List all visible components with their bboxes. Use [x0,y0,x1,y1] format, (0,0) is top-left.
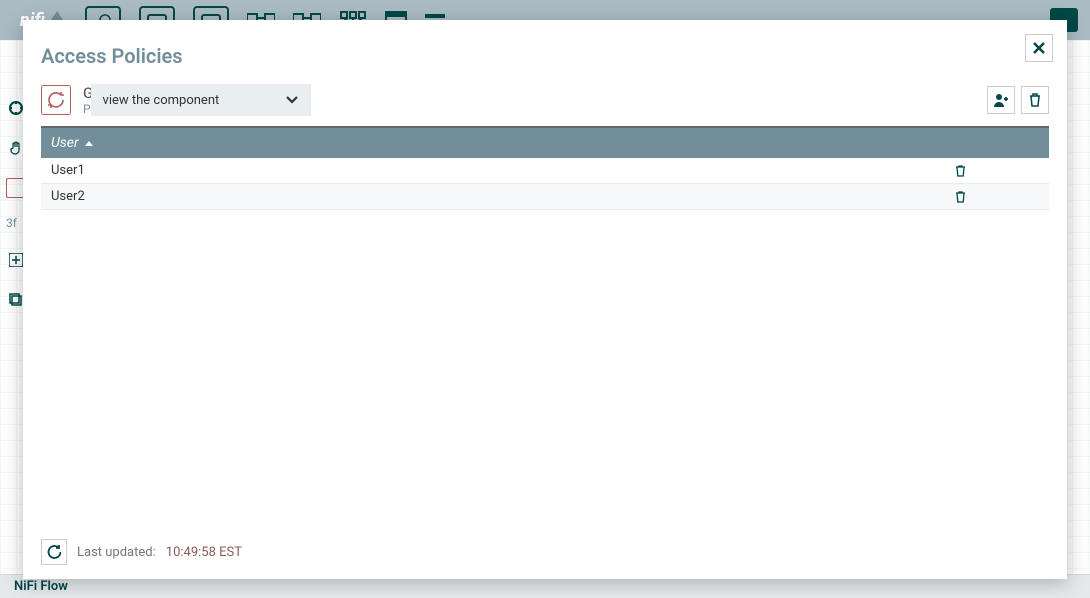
table-row[interactable]: User2 [41,184,1049,210]
table-row[interactable]: User1 [41,158,1049,184]
last-updated-time: 10:49:58 EST [166,545,242,560]
cell-user: User2 [41,189,949,204]
refresh-icon [47,545,61,559]
access-policies-dialog: Access Policies GenerateFlowFile Process… [23,20,1067,579]
col-user-header[interactable]: User [51,135,79,151]
close-icon [1033,42,1045,54]
cell-actions [949,191,1049,203]
table-header[interactable]: User [41,128,1049,158]
trash-icon [1029,93,1041,107]
cell-user: User1 [41,163,949,178]
trash-icon [955,165,966,177]
trash-icon [955,191,966,203]
policy-type-selected: view the component [103,93,220,108]
chevron-down-icon [285,95,299,105]
cell-actions [949,165,1049,177]
add-user-button[interactable] [987,86,1015,114]
remove-user-button[interactable] [955,191,966,203]
policy-action-buttons [987,86,1049,114]
remove-user-button[interactable] [955,165,966,177]
breadcrumb-root[interactable]: NiFi Flow [14,579,68,594]
delete-policy-button[interactable] [1021,86,1049,114]
dialog-footer: Last updated: 10:49:58 EST [23,529,1067,579]
policy-users-table: User User1 User2 [41,126,1049,210]
policy-type-select[interactable]: view the component [91,84,311,116]
last-updated-label: Last updated: [77,545,156,560]
processor-icon [41,85,71,115]
dialog-title: Access Policies [41,44,1049,68]
user-plus-icon [993,93,1009,107]
sort-asc-icon [85,141,93,146]
refresh-button[interactable] [41,539,67,565]
dialog-header: Access Policies [23,20,1067,78]
policy-subject-row: GenerateFlowFile Processor view the comp… [23,78,1067,126]
close-button[interactable] [1025,34,1053,62]
